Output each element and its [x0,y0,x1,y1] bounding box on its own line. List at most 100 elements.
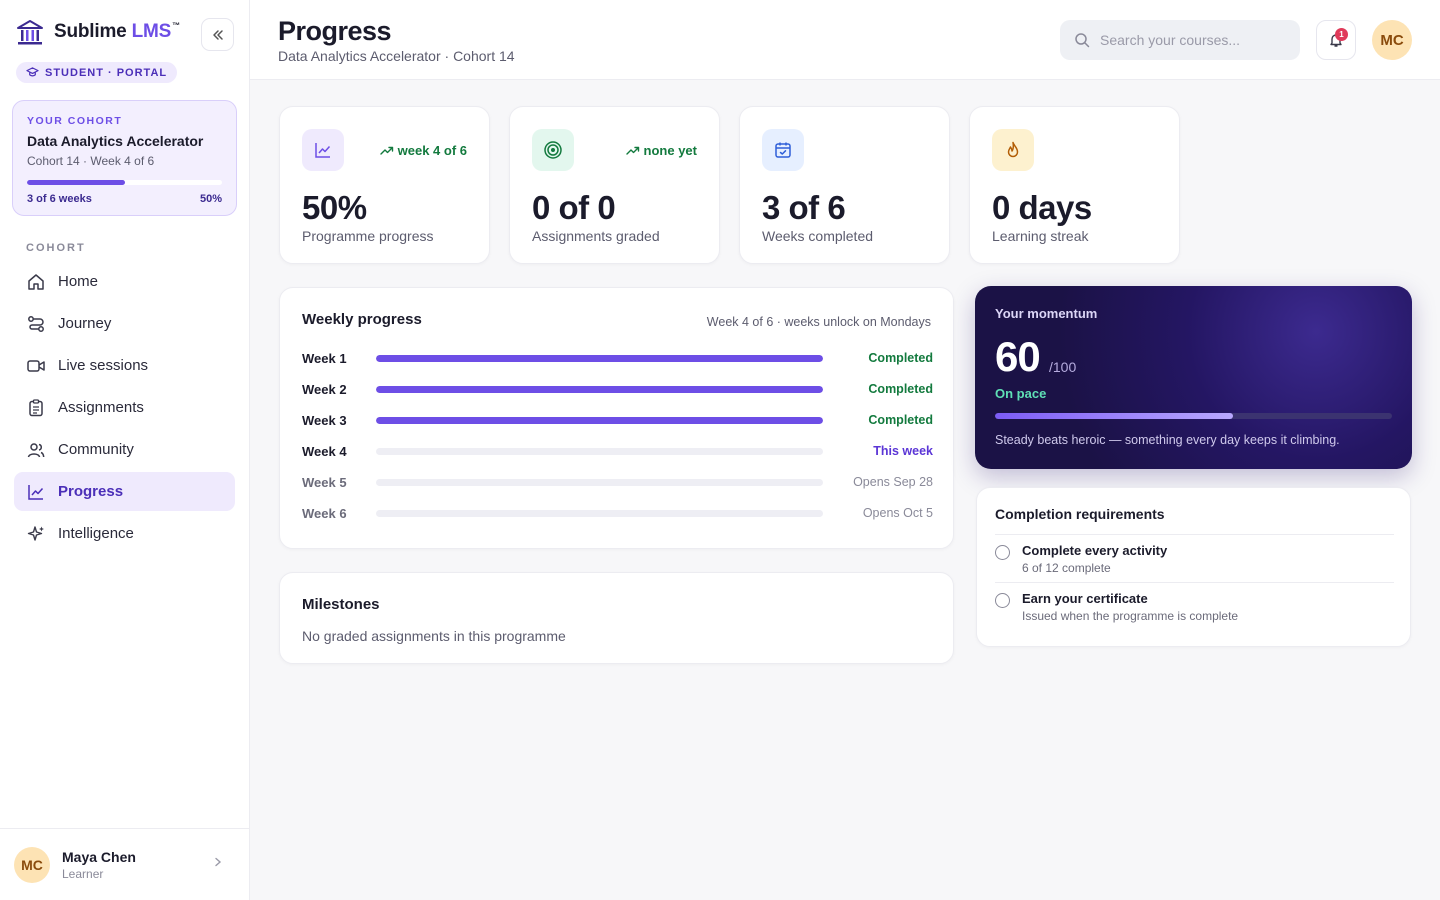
stat-value: 3 of 6 [762,189,846,226]
sidebar-nav: Home Journey Live sessions Assignments C… [14,262,235,556]
week-progress-fill [376,385,823,393]
week-status: Completed [868,382,933,396]
week-progress-bar [376,447,823,455]
milestones-title: Milestones [302,596,380,613]
target-icon [544,141,562,159]
week-progress-bar [376,385,823,393]
avatar: MC [14,846,50,883]
week-status: This week [873,444,933,458]
requirement-detail: Issued when the programme is complete [1022,609,1239,623]
calendar-check-icon [775,142,791,158]
momentum-status: On pace [995,386,1047,401]
sidebar: Sublime LMS™ STUDENT · PORTAL YOUR COHOR… [0,0,250,900]
brand[interactable]: Sublime LMS™ [16,18,180,46]
chart-line-icon [28,484,44,500]
requirement-item[interactable]: Complete every activity 6 of 12 complete [995,543,1394,575]
week-status: Opens Oct 5 [862,506,933,520]
header-avatar[interactable]: MC [1372,20,1412,60]
stat-icon-wrap [302,129,344,171]
video-icon [27,359,45,372]
week-progress-bar [376,478,823,486]
portal-badge: STUDENT · PORTAL [16,62,178,83]
stat-card-assignments-graded: none yet 0 of 0 Assignments graded [509,106,720,264]
requirement-name: Complete every activity [1022,543,1168,558]
user-name: Maya Chen [62,848,136,865]
week-label: Week 5 [302,474,347,490]
momentum-card: Your momentum 60 /100 On pace Steady bea… [975,286,1412,469]
stat-value: 50% [302,189,367,226]
page-title: Progress [278,16,392,46]
cohort-subtitle: Cohort 14 · Week 4 of 6 [27,154,155,168]
divider [995,582,1394,583]
week-progress-bar [376,416,823,424]
week-row[interactable]: Week 4 This week [302,441,933,461]
week-status: Opens Sep 28 [853,475,933,489]
week-status: Completed [868,351,933,365]
stat-trend: none yet [625,143,697,158]
cohort-progress-percent: 50% [199,193,222,205]
stat-icon-wrap [992,129,1034,171]
requirement-item[interactable]: Earn your certificate Issued when the pr… [995,591,1394,623]
stat-card-programme-progress: week 4 of 6 50% Programme progress [279,106,490,264]
week-label: Week 2 [302,381,347,397]
week-label: Week 1 [302,350,347,366]
search-input[interactable]: Search your courses... [1060,20,1300,60]
sidebar-item-home[interactable]: Home [14,262,235,301]
graduation-cap-icon [26,67,39,77]
sidebar-item-journey[interactable]: Journey [14,304,235,343]
milestones-empty-text: No graded assignments in this programme [302,628,566,644]
stat-card-weeks-completed: 3 of 6 Weeks completed [739,106,950,264]
requirement-name: Earn your certificate [1022,591,1148,606]
user-role: Learner [62,866,104,881]
notification-count-badge: 1 [1335,28,1348,41]
stat-trend: week 4 of 6 [379,143,467,158]
requirement-status-circle [995,593,1010,608]
week-row[interactable]: Week 3 Completed [302,410,933,430]
momentum-progress-bar [995,413,1392,419]
momentum-score: 60 [995,333,1041,380]
weekly-progress-card: Weekly progress Week 4 of 6 · weeks unlo… [279,287,954,549]
momentum-message: Steady beats heroic — something every da… [995,433,1340,447]
route-icon [28,315,44,332]
requirements-title: Completion requirements [995,506,1165,522]
sidebar-item-intelligence[interactable]: Intelligence [14,514,235,553]
week-label: Week 6 [302,505,347,521]
week-label: Week 4 [302,443,347,459]
requirement-status-circle [995,545,1010,560]
search-icon [1075,33,1090,48]
stat-value: 0 days [992,189,1092,226]
sidebar-item-progress[interactable]: Progress [14,472,235,511]
trending-up-icon [625,146,639,155]
requirement-detail: 6 of 12 complete [1022,561,1111,575]
cohort-kicker: YOUR COHORT [27,115,123,127]
chart-line-icon [315,143,331,158]
week-progress-fill [376,354,823,362]
nav-heading: COHORT [26,242,86,254]
chevron-right-icon [215,857,222,867]
momentum-title: Your momentum [995,306,1098,321]
cohort-progress-fill [27,180,125,185]
week-row[interactable]: Week 1 Completed [302,348,933,368]
divider [995,534,1394,535]
stat-label: Weeks completed [762,228,874,244]
cohort-progress-text: 3 of 6 weeks [27,193,92,205]
brand-name: Sublime LMS™ [54,21,180,42]
clipboard-icon [29,398,43,416]
milestones-card: Milestones No graded assignments in this… [279,572,954,664]
collapse-sidebar-button[interactable] [201,18,234,51]
week-row[interactable]: Week 2 Completed [302,379,933,399]
week-row[interactable]: Week 5 Opens Sep 28 [302,472,933,492]
trending-up-icon [379,146,393,155]
cohort-card[interactable]: YOUR COHORT Data Analytics Accelerator C… [12,100,237,216]
user-menu[interactable]: MC Maya Chen Learner [0,828,249,900]
sidebar-item-assignments[interactable]: Assignments [14,388,235,427]
notifications-button[interactable]: 1 [1316,20,1356,60]
weekly-progress-title: Weekly progress [302,311,422,328]
week-row[interactable]: Week 6 Opens Oct 5 [302,503,933,523]
sidebar-item-community[interactable]: Community [14,430,235,469]
sidebar-item-live-sessions[interactable]: Live sessions [14,346,235,385]
week-progress-bar [376,509,823,517]
stat-card-learning-streak: 0 days Learning streak [969,106,1180,264]
completion-requirements-card: Completion requirements Complete every a… [976,487,1411,647]
week-status: Completed [868,413,933,427]
